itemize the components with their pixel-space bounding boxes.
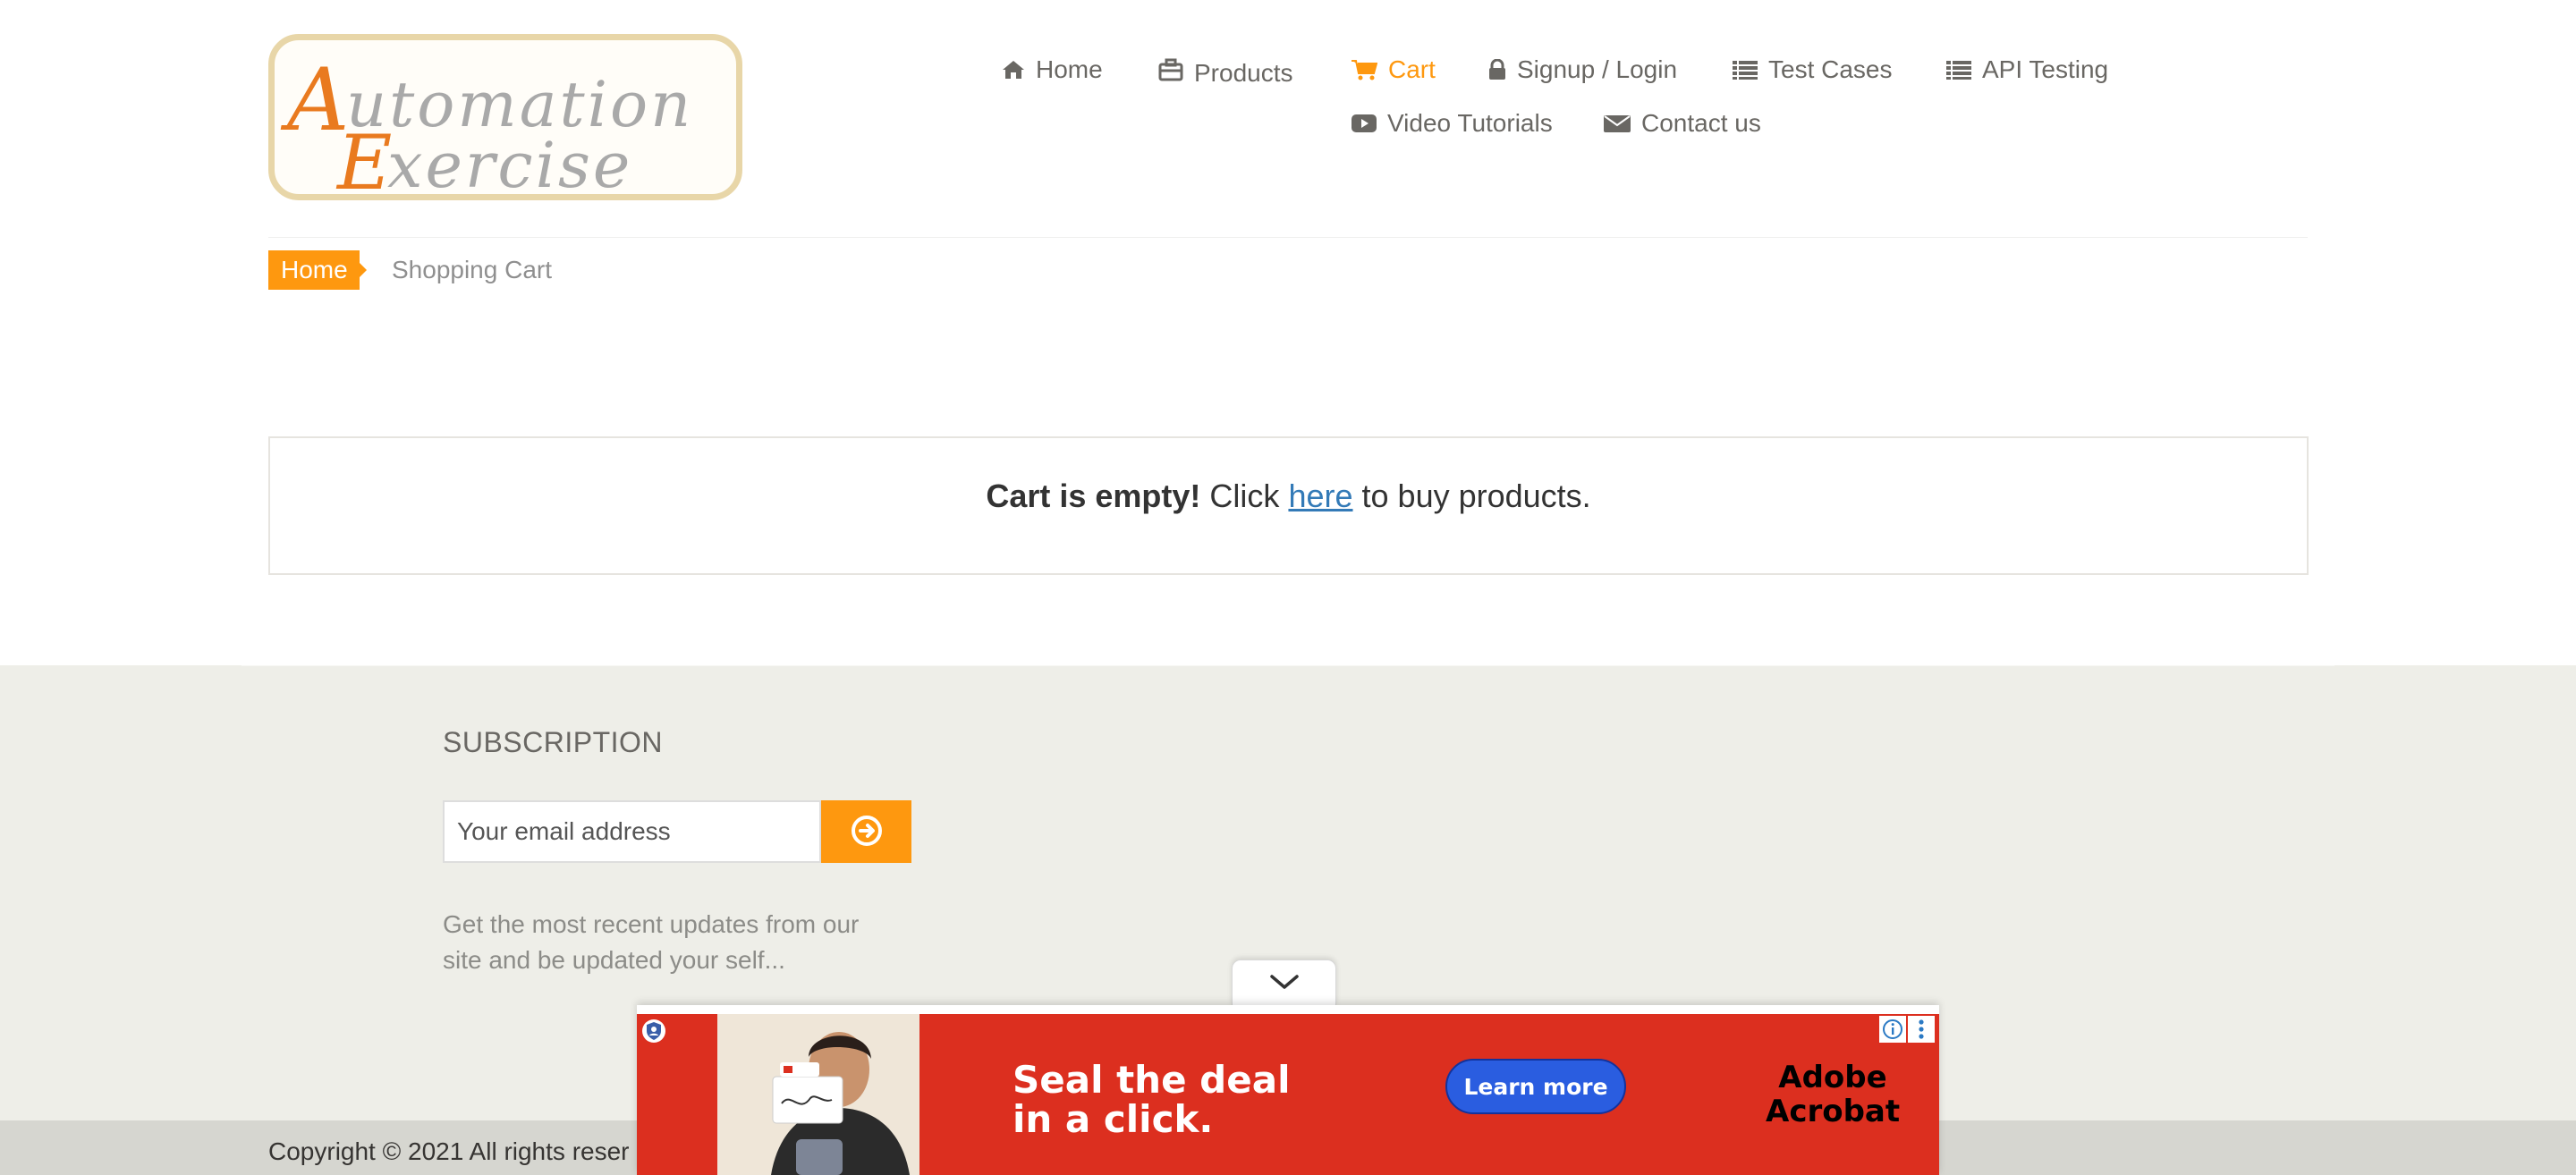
cart-empty-heading: Cart is empty! [986,478,1201,514]
site-logo[interactable]: A utomation E xercise [268,34,742,200]
nav-products[interactable]: Products [1158,55,1293,87]
home-icon [1002,60,1025,80]
subscription-email-input[interactable] [443,800,821,863]
nav-signup-login[interactable]: Signup / Login [1488,55,1677,84]
nav-label: Products [1194,59,1293,87]
ad-headline-line1: Seal the deal [1013,1058,1291,1102]
subscription-description: Get the most recent updates from our sit… [443,910,860,974]
nav-api-testing[interactable]: API Testing [1946,55,2108,84]
logo-text-line2: xercise [387,129,632,200]
header-divider [268,237,2308,238]
breadcrumb-current: Shopping Cart [392,256,553,283]
buy-products-link[interactable]: here [1288,478,1352,514]
logo-initial-e: E [335,119,392,200]
cart-click-text: Click [1209,478,1280,514]
empty-cart-panel: Cart is empty! Click here to buy product… [268,436,2309,575]
nav-video-tutorials[interactable]: Video Tutorials [1352,109,1553,138]
footer-top-line [242,665,2334,666]
youtube-play-icon [1352,114,1377,133]
nav-test-cases[interactable]: Test Cases [1733,55,1893,84]
nav-label: Test Cases [1768,55,1893,83]
briefcase-icon [1158,58,1183,81]
nav-contact-us[interactable]: Contact us [1604,109,1761,138]
nav-label: Contact us [1641,109,1761,137]
ad-brand: Adobe Acrobat [1766,1061,1900,1129]
ad-brand-line1: Adobe [1778,1060,1887,1095]
subscription-title: SUBSCRIPTION [443,726,664,758]
ad-learn-more-button[interactable]: Learn more [1445,1059,1626,1114]
subscribe-button[interactable] [821,800,911,863]
nav-label: Signup / Login [1517,55,1678,83]
lock-icon [1488,59,1506,80]
ad-headline: Seal the deal in a click. [1013,1061,1290,1139]
ad-banner[interactable]: Seal the deal in a click. Learn more Ado… [637,1005,1939,1175]
cart-after-text: to buy products. [1361,478,1591,514]
empty-cart-message: Cart is empty! Click here to buy product… [270,478,2307,515]
ad-headline-line2: in a click. [1013,1097,1214,1141]
ad-collapse-button[interactable] [1232,959,1336,1006]
list-icon [1946,60,1971,80]
breadcrumb-home[interactable]: Home [268,250,367,290]
nav-label: Home [1036,55,1103,83]
chevron-down-icon [1269,973,1300,993]
nav-cart[interactable]: Cart [1351,55,1436,84]
ad-creative[interactable]: Seal the deal in a click. Learn more Ado… [637,1014,1939,1175]
nav-label: Video Tutorials [1387,109,1553,137]
shopping-cart-icon [1351,59,1377,80]
ad-privacy-shield-icon[interactable] [642,1019,665,1043]
ad-person-photo [717,1014,919,1175]
arrow-circle-right-icon [851,815,883,850]
envelope-icon [1604,114,1631,133]
ad-info-icon[interactable] [1879,1016,1906,1043]
ad-brand-line2: Acrobat [1766,1094,1901,1129]
nav-label: Cart [1388,55,1436,83]
copyright-text: Copyright © 2021 All rights reser [268,1137,630,1165]
nav-label: API Testing [1982,55,2109,83]
list-icon [1733,60,1758,80]
ad-menu-icon[interactable] [1908,1016,1935,1043]
nav-home[interactable]: Home [1002,55,1103,84]
